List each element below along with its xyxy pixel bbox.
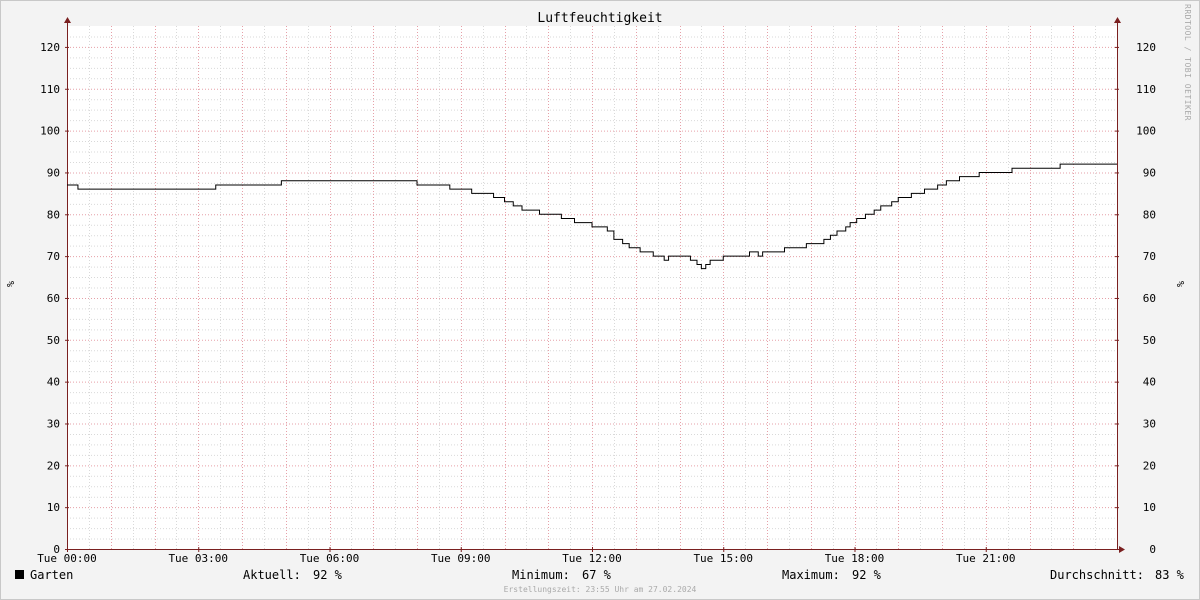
legend-series-name: Garten <box>30 568 74 582</box>
legend-current-label: Aktuell: <box>243 568 301 582</box>
y-axis-right-arrow <box>1114 17 1121 23</box>
y-tick-label-right: 50 <box>1143 334 1156 347</box>
x-tick-label: Tue 03:00 <box>168 552 228 565</box>
y-tick-label-left: 80 <box>47 208 60 221</box>
y-tick-label-left: 10 <box>47 501 60 514</box>
x-tick-label: Tue 12:00 <box>562 552 622 565</box>
y-tick-label-left: 90 <box>47 166 60 179</box>
y-tick-label-right: 120 <box>1136 41 1156 54</box>
humidity-chart: 0 010 1020 2030 3040 4050 5060 6070 7080 8090 9010… <box>37 17 1156 565</box>
y-tick-label-right: 10 <box>1143 501 1156 514</box>
legend-avg-label: Durchschnitt: <box>1050 568 1144 582</box>
y-tick-label-right: 30 <box>1143 417 1156 430</box>
y-tick-label-right: 110 <box>1136 83 1156 96</box>
creation-timestamp: Erstellungszeit: 23:55 Uhr am 27.02.2024 <box>503 585 697 594</box>
y-tick-label-left: 110 <box>40 83 60 96</box>
x-tick-label: Tue 21:00 <box>956 552 1016 565</box>
y-tick-label-left: 50 <box>47 334 60 347</box>
y-tick-label-left: 60 <box>47 292 60 305</box>
legend-min-value: 67 % <box>582 568 611 582</box>
legend-current-value: 92 % <box>313 568 342 582</box>
legend-max-value: 92 % <box>852 568 881 582</box>
y-tick-label-left: 30 <box>47 417 60 430</box>
y-tick-label-right: 60 <box>1143 292 1156 305</box>
y-tick-label-right: 100 <box>1136 125 1156 138</box>
y-axis-left-arrow <box>64 17 71 23</box>
y-tick-label-left: 20 <box>47 459 60 472</box>
x-tick-label: Tue 00:00 <box>37 552 97 565</box>
x-tick-label: Tue 18:00 <box>825 552 885 565</box>
y-tick-label-right: 70 <box>1143 250 1156 263</box>
y-tick-label-right: 0 <box>1149 543 1156 556</box>
x-tick-label: Tue 06:00 <box>300 552 360 565</box>
x-tick-label: Tue 09:00 <box>431 552 491 565</box>
y-tick-label-right: 20 <box>1143 459 1156 472</box>
y-tick-label-left: 100 <box>40 125 60 138</box>
legend-swatch-garten <box>15 570 24 579</box>
y-tick-label-right: 80 <box>1143 208 1156 221</box>
legend-avg-value: 83 % <box>1155 568 1184 582</box>
legend-max-label: Maximum: <box>782 568 840 582</box>
legend-min-label: Minimum: <box>512 568 570 582</box>
y-tick-label-left: 40 <box>47 376 60 389</box>
y-tick-label-left: 120 <box>40 41 60 54</box>
x-tick-label: Tue 15:00 <box>693 552 753 565</box>
y-tick-label-right: 90 <box>1143 166 1156 179</box>
y-tick-label-right: 40 <box>1143 376 1156 389</box>
y-tick-label-left: 70 <box>47 250 60 263</box>
x-axis-arrow <box>1119 546 1125 553</box>
